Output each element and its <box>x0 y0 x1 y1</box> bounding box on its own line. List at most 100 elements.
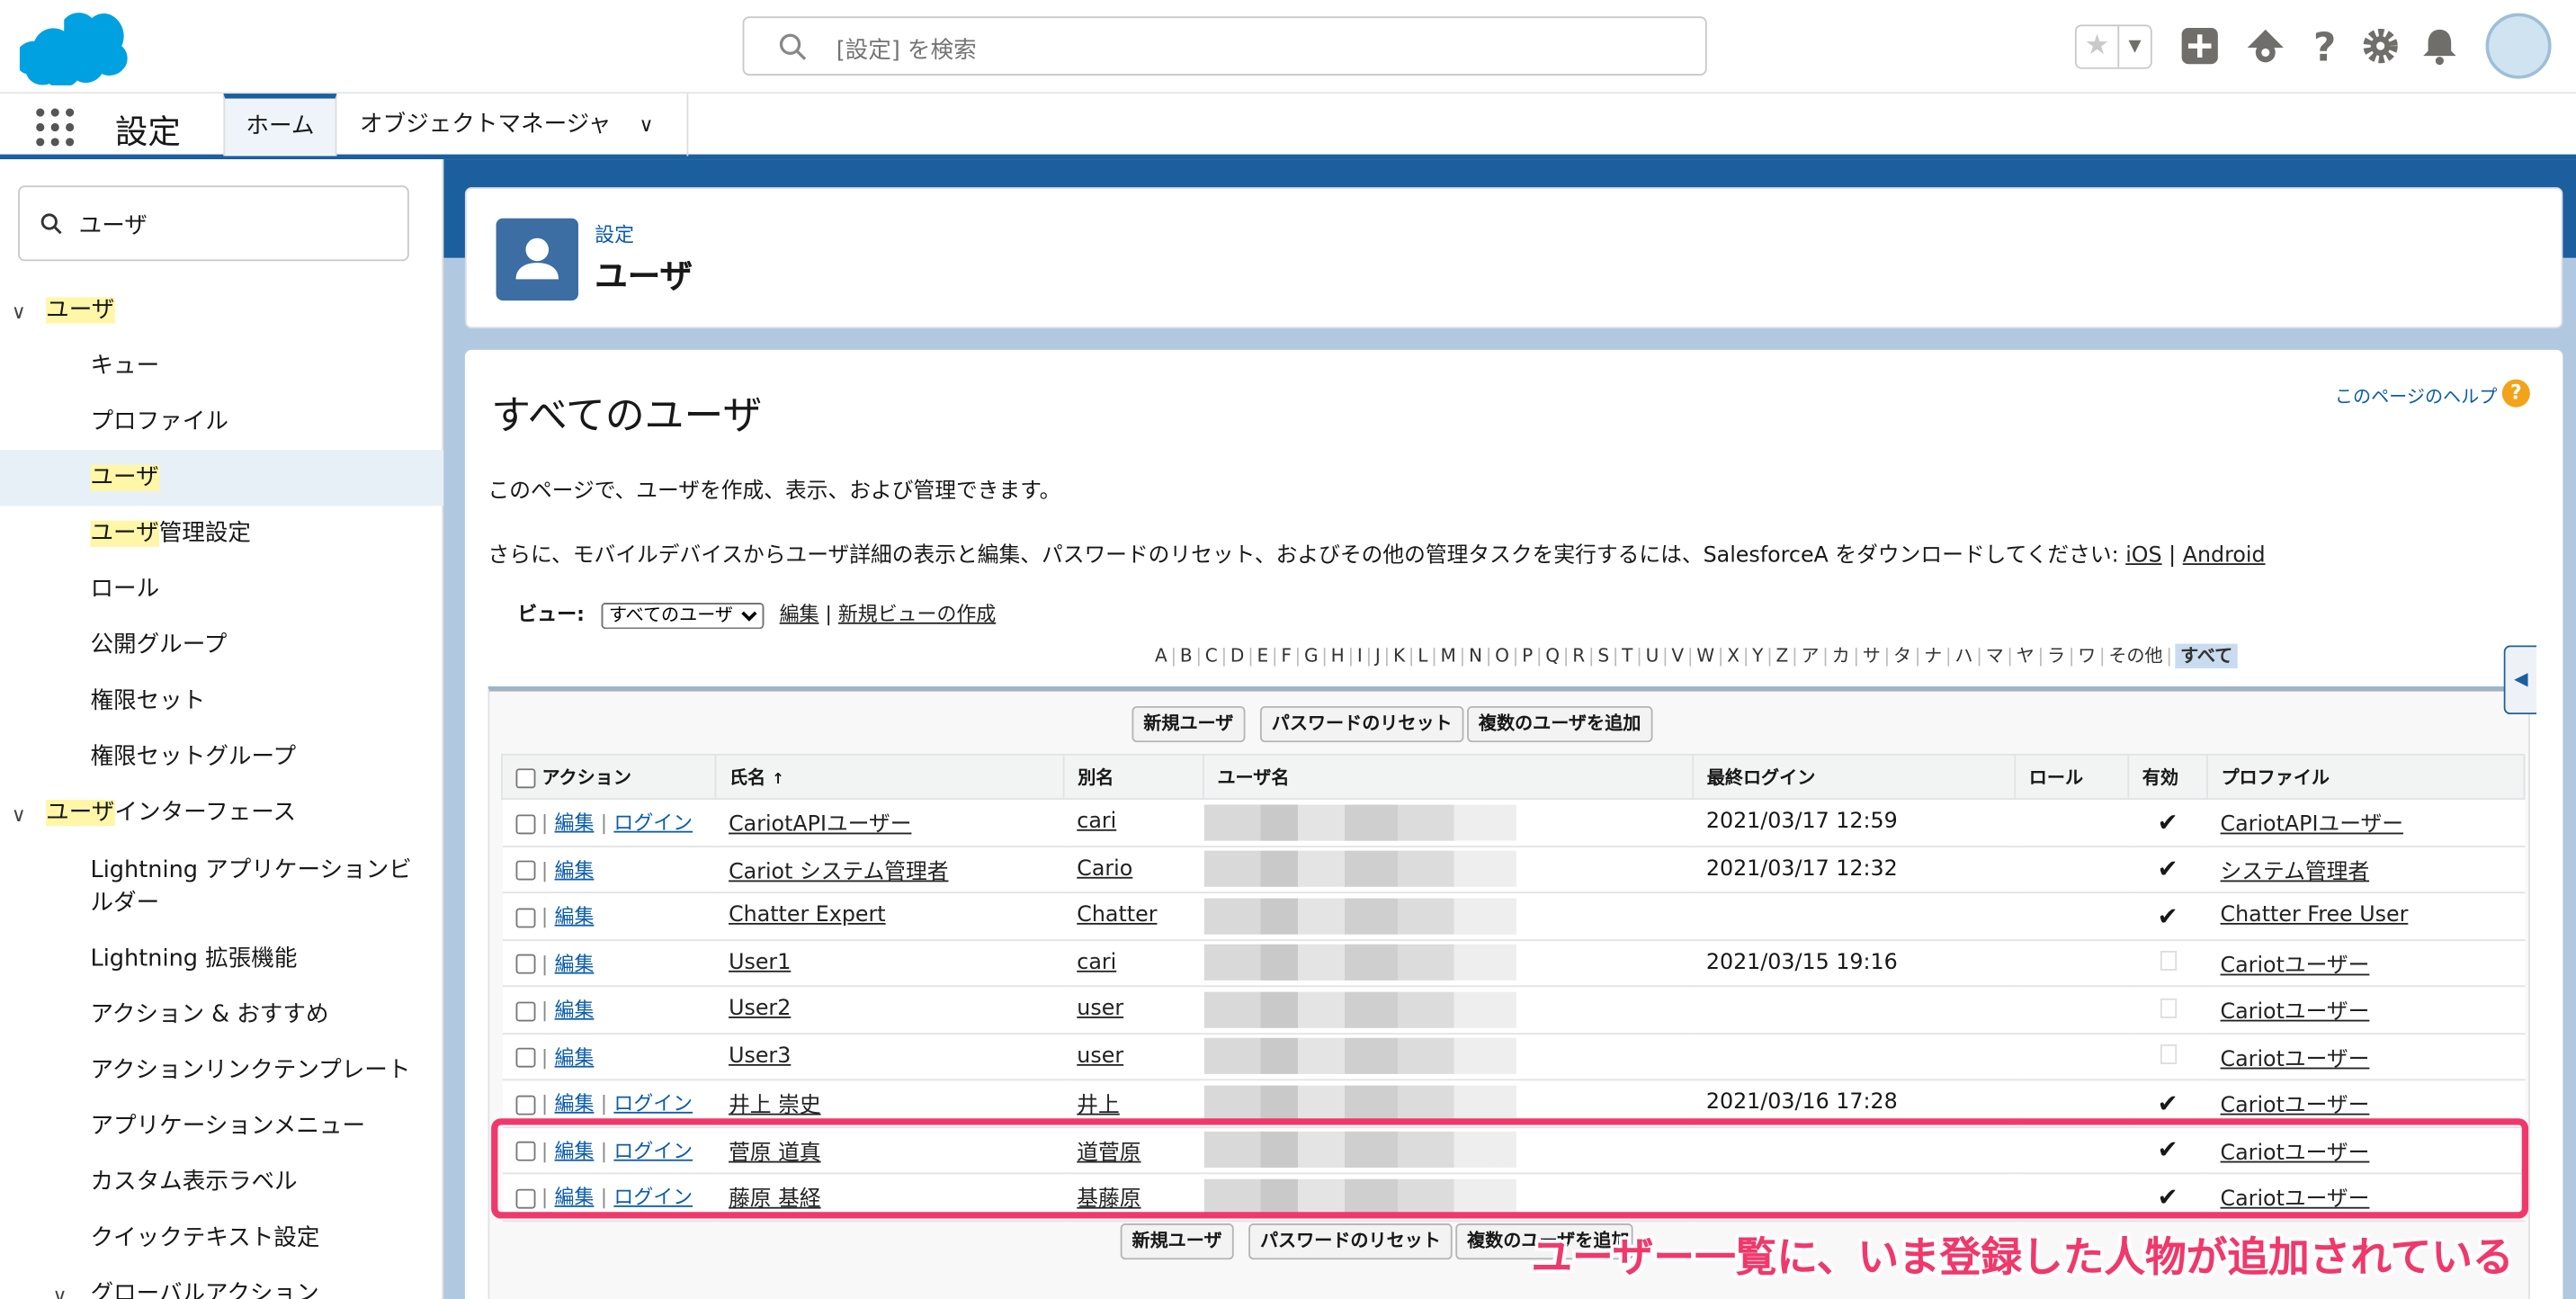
alpha-filter-22[interactable]: W <box>1696 645 1714 667</box>
user-name-link[interactable]: User2 <box>729 998 791 1022</box>
alpha-filter-33[interactable]: ヤ <box>2017 645 2035 667</box>
alpha-filter-19[interactable]: T <box>1622 645 1632 667</box>
add-multiple-users-button[interactable]: 複数のユーザを追加 <box>1467 705 1653 743</box>
sidebar-item-action-link-templates[interactable]: アクションリンクテンプレート <box>0 1054 443 1088</box>
row-checkbox[interactable] <box>514 1001 535 1022</box>
alpha-filter-5[interactable]: F <box>1281 645 1292 667</box>
star-icon[interactable]: ★ <box>2077 26 2120 67</box>
alpha-filter-30[interactable]: ナ <box>1924 645 1942 667</box>
tab-home[interactable]: ホーム <box>223 94 337 157</box>
alias-link[interactable]: Cario <box>1077 856 1132 881</box>
edit-link[interactable]: 編集 <box>555 1092 595 1115</box>
sidebar-item-custom-labels[interactable]: カスタム表示ラベル <box>0 1166 443 1199</box>
alpha-filter-27[interactable]: カ <box>1832 645 1850 667</box>
row-checkbox[interactable] <box>514 908 535 927</box>
alpha-filter-28[interactable]: サ <box>1863 645 1881 667</box>
alpha-filter-1[interactable]: B <box>1180 645 1193 667</box>
alpha-filter-4[interactable]: E <box>1257 645 1269 667</box>
alpha-filter-0[interactable]: A <box>1155 645 1167 667</box>
view-edit-link[interactable]: 編集 <box>780 603 819 626</box>
column-role[interactable]: ロール <box>2014 753 2130 801</box>
help-link[interactable]: このページのヘルプ <box>2335 382 2497 408</box>
alias-link[interactable]: Chatter <box>1077 904 1157 928</box>
collapse-panel-icon[interactable]: ◀ <box>2503 645 2537 715</box>
alpha-filter-2[interactable]: C <box>1205 645 1218 667</box>
add-icon[interactable] <box>2178 24 2221 67</box>
tab-object-manager[interactable]: オブジェクトマネージャ ∨ <box>336 94 689 157</box>
profile-link[interactable]: Cariotユーザー <box>2221 1047 2370 1071</box>
salesforce-logo[interactable] <box>19 10 129 85</box>
app-launcher-icon[interactable] <box>36 108 76 148</box>
profile-link[interactable]: Cariotユーザー <box>2221 954 2370 978</box>
column-name[interactable]: 氏名 ↑ <box>714 753 1065 801</box>
android-link[interactable]: Android <box>2183 543 2266 568</box>
global-search[interactable]: [設定] を検索 <box>742 16 1707 76</box>
reset-password-button[interactable]: パスワードのリセット <box>1259 705 1464 743</box>
login-link[interactable]: ログイン <box>613 811 693 835</box>
alpha-filter-18[interactable]: S <box>1597 645 1609 667</box>
profile-link[interactable]: Chatter Free User <box>2221 904 2409 928</box>
alpha-filter-6[interactable]: G <box>1304 645 1319 667</box>
alias-link[interactable]: user <box>1077 998 1123 1022</box>
row-checkbox[interactable] <box>514 861 535 881</box>
row-checkbox[interactable] <box>514 1095 535 1115</box>
user-name-link[interactable]: Cariot システム管理者 <box>729 860 948 884</box>
alias-link[interactable]: cari <box>1077 951 1116 975</box>
alpha-filter-26[interactable]: ア <box>1801 645 1819 667</box>
alpha-filter-13[interactable]: N <box>1469 645 1482 667</box>
alias-link[interactable]: 井上 <box>1077 1094 1120 1118</box>
sidebar-item-quick-text-settings[interactable]: クイックテキスト設定 <box>0 1222 443 1255</box>
sidebar-item-permission-set-groups[interactable]: 権限セットグループ <box>0 740 443 774</box>
user-name-link[interactable]: User1 <box>729 951 791 975</box>
column-last-login[interactable]: 最終ログイン <box>1692 753 2017 801</box>
alpha-filter-35[interactable]: ワ <box>2078 645 2096 667</box>
alpha-filter-21[interactable]: V <box>1671 645 1684 667</box>
sidebar-item-actions-recommendations[interactable]: アクション & おすすめ <box>0 999 443 1032</box>
row-checkbox[interactable] <box>514 814 535 834</box>
alpha-filter-7[interactable]: H <box>1331 645 1345 667</box>
sidebar-item-app-menu[interactable]: アプリケーションメニュー <box>0 1110 443 1143</box>
sidebar-section-global-actions[interactable]: ∨ グローバルアクション <box>0 1277 443 1299</box>
trailhead-icon[interactable] <box>2244 24 2286 67</box>
sidebar-item-permission-sets[interactable]: 権限セット <box>0 685 443 718</box>
alpha-filter-20[interactable]: U <box>1646 645 1659 667</box>
row-checkbox[interactable] <box>514 954 535 974</box>
chevron-down-icon[interactable]: ∨ <box>12 798 26 831</box>
sidebar-item-public-groups[interactable]: 公開グループ <box>0 629 443 662</box>
alpha-filter-24[interactable]: Y <box>1752 645 1763 667</box>
sidebar-item-lightning-extension[interactable]: Lightning 拡張機能 <box>0 943 443 976</box>
chevron-down-icon[interactable]: ∨ <box>52 1279 67 1299</box>
user-name-link[interactable]: User3 <box>729 1044 791 1069</box>
alias-link[interactable]: cari <box>1077 810 1116 834</box>
sidebar-section-users[interactable]: ∨ ユーザ <box>0 294 443 327</box>
sidebar-item-roles[interactable]: ロール <box>0 573 443 606</box>
profile-link[interactable]: システム管理者 <box>2221 860 2370 884</box>
sidebar-item-queues[interactable]: キュー <box>0 350 443 383</box>
alpha-filter-15[interactable]: P <box>1522 645 1533 667</box>
alpha-filter-29[interactable]: タ <box>1893 645 1911 667</box>
view-select[interactable]: すべてのユーザ <box>600 602 764 630</box>
bell-icon[interactable] <box>2419 24 2461 67</box>
chevron-down-icon[interactable]: ∨ <box>12 296 26 329</box>
edit-link[interactable]: 編集 <box>555 811 595 835</box>
user-name-link[interactable]: 井上 崇史 <box>729 1094 821 1118</box>
column-profile[interactable]: プロファイル <box>2206 753 2526 801</box>
column-username[interactable]: ユーザ名 <box>1203 753 1695 801</box>
alpha-filter-8[interactable]: I <box>1357 645 1363 667</box>
alpha-filter-10[interactable]: K <box>1393 645 1405 667</box>
chevron-down-icon[interactable]: ∨ <box>640 94 654 156</box>
alpha-filter-23[interactable]: X <box>1727 645 1740 667</box>
chevron-down-icon[interactable]: ▼ <box>2119 26 2151 67</box>
edit-link[interactable]: 編集 <box>555 1045 595 1069</box>
new-user-button[interactable]: 新規ユーザ <box>1131 705 1246 743</box>
alpha-filter-36[interactable]: その他 <box>2108 645 2162 667</box>
help-icon[interactable]: ? <box>2303 24 2346 67</box>
sidebar-item-users[interactable]: ユーザ <box>0 450 444 506</box>
breadcrumb[interactable]: 設定 <box>595 220 634 248</box>
profile-link[interactable]: Cariotユーザー <box>2221 1000 2370 1025</box>
alpha-filter-34[interactable]: ラ <box>2047 645 2065 667</box>
alpha-filter-16[interactable]: Q <box>1545 645 1560 667</box>
edit-link[interactable]: 編集 <box>555 952 595 975</box>
edit-link[interactable]: 編集 <box>555 858 595 882</box>
sidebar-item-user-management-settings[interactable]: ユーザ管理設定 <box>0 517 443 551</box>
